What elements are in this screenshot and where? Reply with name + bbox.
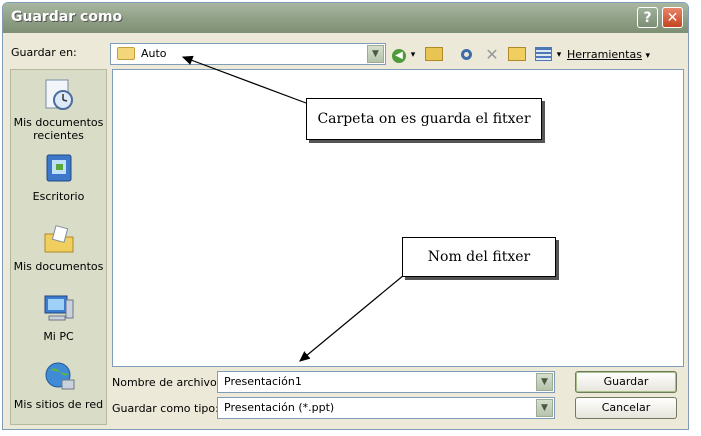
annotation-arrows [181, 55, 405, 362]
folder-callout: Carpeta on es guarda el fitxer [306, 98, 542, 140]
name-callout: Nom del fitxer [402, 237, 556, 277]
name-callout-arrow [299, 274, 405, 362]
folder-callout-arrow [181, 55, 307, 104]
